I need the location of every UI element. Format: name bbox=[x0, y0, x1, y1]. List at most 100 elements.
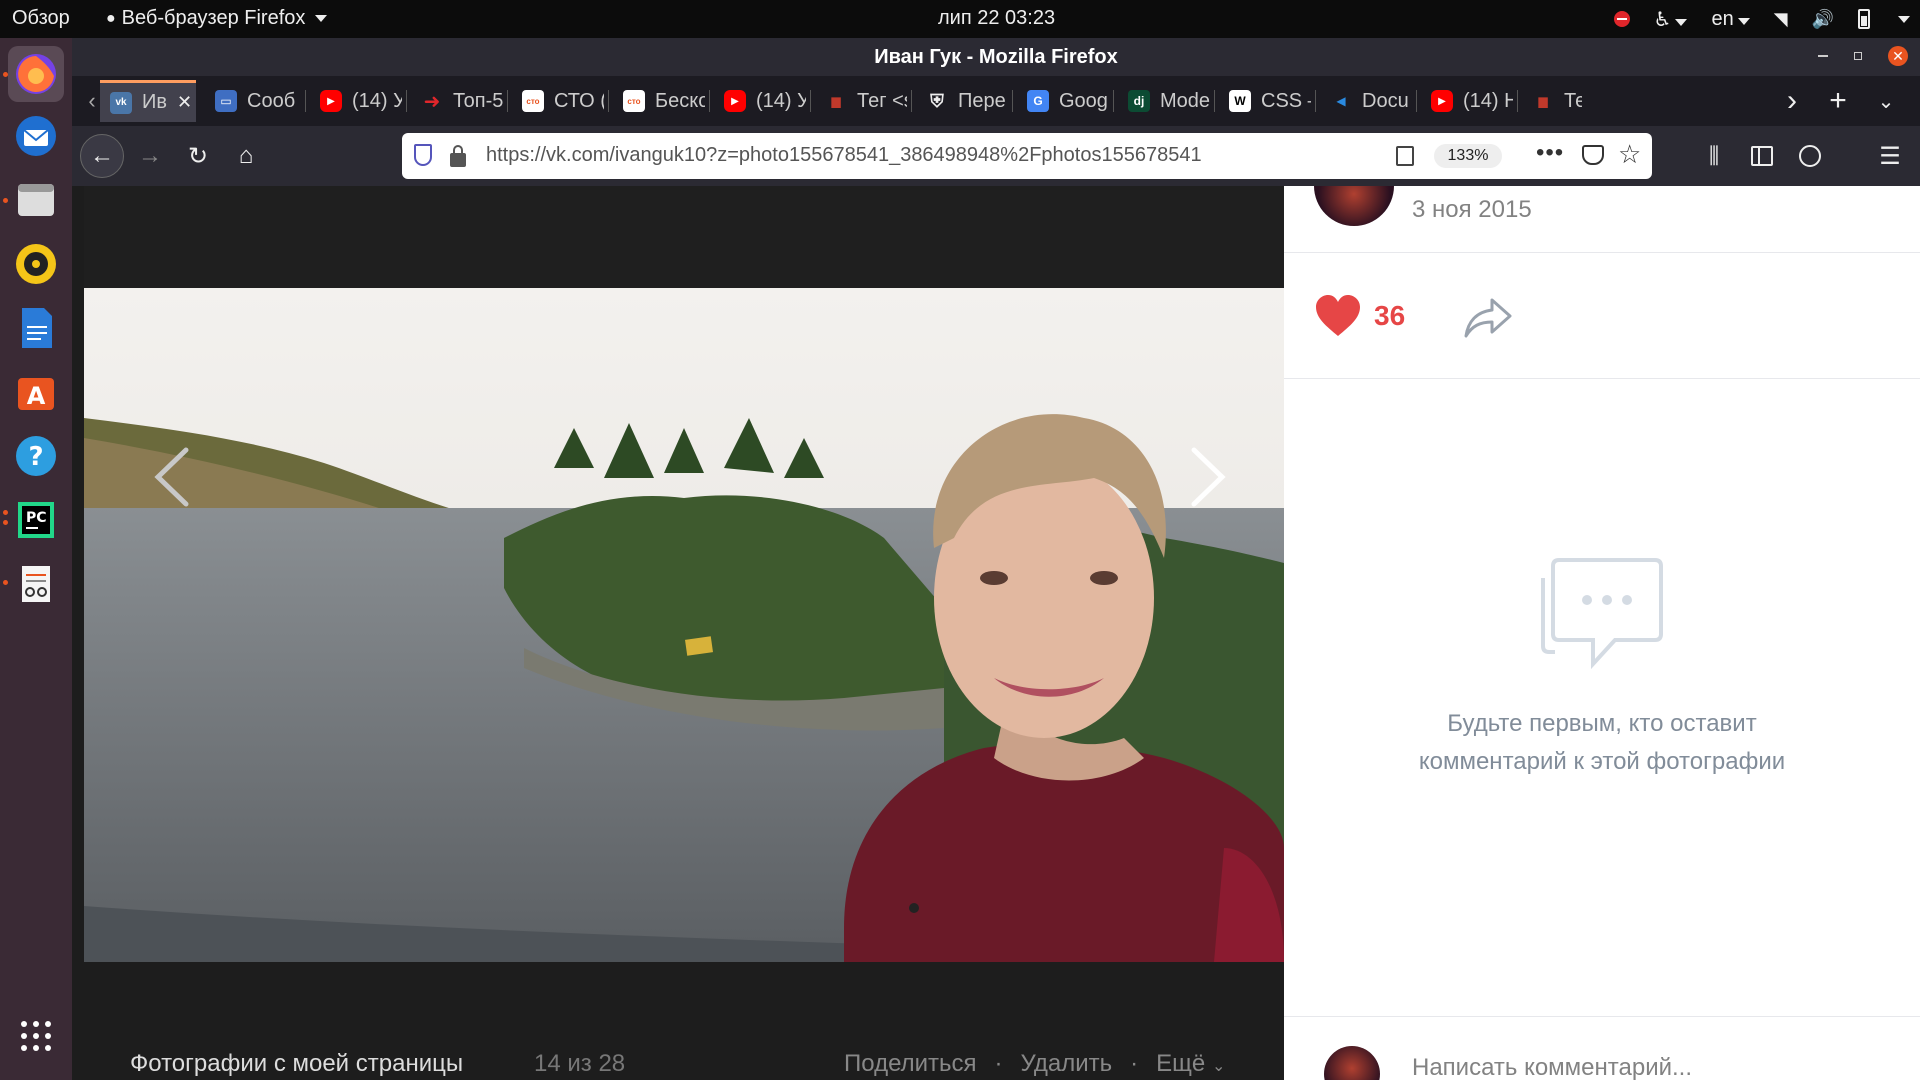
html-icon: ▆ bbox=[831, 94, 841, 108]
tab-separator bbox=[709, 90, 710, 112]
rhythmbox-icon[interactable] bbox=[8, 236, 64, 292]
maximize-icon[interactable] bbox=[1854, 52, 1862, 60]
photo-date[interactable]: 3 ноя 2015 bbox=[1412, 196, 1532, 224]
tab-0[interactable]: vk Ив ✕ bbox=[100, 80, 196, 122]
account-icon[interactable] bbox=[1790, 136, 1830, 176]
reload-button[interactable]: ↻ bbox=[178, 136, 218, 176]
tab-13[interactable]: ▶ (14) Н bbox=[1421, 80, 1513, 122]
previous-photo-arrow-icon[interactable] bbox=[142, 442, 202, 512]
tab-10[interactable]: dj Mode bbox=[1118, 80, 1210, 122]
likes-count: 36 bbox=[1374, 300, 1406, 331]
tab-6[interactable]: ▶ (14) У bbox=[714, 80, 806, 122]
svg-text:A: A bbox=[27, 382, 46, 410]
url-text[interactable]: https://vk.com/ivanguk10?z=photo15567854… bbox=[486, 144, 1202, 167]
lock-shackle bbox=[453, 145, 463, 155]
photo-counter: 14 из 28 bbox=[534, 1050, 626, 1077]
pocket-icon[interactable] bbox=[1582, 145, 1604, 165]
close-tab-icon[interactable]: ✕ bbox=[177, 92, 192, 113]
apps-grid-icon[interactable] bbox=[8, 1008, 64, 1064]
photo[interactable] bbox=[84, 288, 1284, 962]
language-indicator[interactable]: en bbox=[1711, 8, 1750, 31]
wifi-icon[interactable]: ◥ bbox=[1774, 9, 1788, 30]
dock: A ? PC bbox=[0, 38, 72, 1080]
battery-icon[interactable] bbox=[1858, 9, 1870, 29]
tab-label: Ив bbox=[142, 91, 167, 113]
divider bbox=[1284, 378, 1920, 379]
url-bar[interactable]: https://vk.com/ivanguk10?z=photo15567854… bbox=[402, 133, 1652, 179]
chat-icon: ▭ bbox=[215, 90, 237, 112]
tab-label: Тег bbox=[1564, 89, 1582, 112]
back-button[interactable]: ← bbox=[80, 134, 124, 178]
tab-4[interactable]: сто СТО ( bbox=[512, 80, 604, 122]
delete-link[interactable]: Удалить bbox=[1021, 1050, 1113, 1078]
notes-icon[interactable] bbox=[8, 556, 64, 612]
album-link[interactable]: Фотографии с моей страницы bbox=[130, 1050, 463, 1078]
home-button[interactable]: ⌂ bbox=[226, 136, 266, 176]
tab-5[interactable]: сто Беско bbox=[613, 80, 705, 122]
zoom-indicator[interactable]: 133% bbox=[1434, 144, 1502, 168]
help-icon[interactable]: ? bbox=[8, 428, 64, 484]
bookmark-star-icon[interactable]: ☆ bbox=[1618, 139, 1641, 170]
tab-separator bbox=[1517, 90, 1518, 112]
tab-label: Googl bbox=[1059, 89, 1109, 112]
clock[interactable]: лип 22 03:23 bbox=[938, 7, 1055, 30]
window-titlebar[interactable]: Иван Гук - Mozilla Firefox ✕ bbox=[72, 38, 1920, 76]
more-link[interactable]: Ещё ⌄ bbox=[1156, 1050, 1225, 1078]
arrow-icon: ➜ bbox=[423, 90, 441, 113]
tab-scroll-right-icon[interactable]: › bbox=[1772, 81, 1812, 121]
tab-1[interactable]: ▭ Сооб bbox=[205, 80, 301, 122]
tab-3[interactable]: ➜ Топ-5 bbox=[411, 80, 503, 122]
page-content: Фотографии с моей страницы 14 из 28 Поде… bbox=[72, 186, 1920, 1080]
app-menu-label: Веб-браузер Firefox bbox=[121, 7, 306, 29]
wikipedia-icon: W bbox=[1229, 90, 1251, 112]
share-icon[interactable] bbox=[1462, 296, 1514, 340]
page-actions-icon[interactable]: ••• bbox=[1536, 139, 1564, 167]
comment-input[interactable]: Написать комментарий... bbox=[1412, 1054, 1692, 1080]
new-tab-icon[interactable]: + bbox=[1818, 81, 1858, 121]
firefox-icon[interactable] bbox=[8, 46, 64, 102]
tab-separator bbox=[305, 90, 306, 112]
avatar[interactable] bbox=[1314, 186, 1394, 226]
tab-8[interactable]: ⛨ Пере bbox=[916, 80, 1008, 122]
tab-9[interactable]: G Googl bbox=[1017, 80, 1109, 122]
activities-button[interactable]: Обзор bbox=[12, 7, 70, 30]
photo-sidebar: 3 ноя 2015 36 Будьте первым, кто оставит… bbox=[1284, 186, 1920, 1080]
tab-label: Сооб bbox=[247, 89, 296, 112]
tab-14[interactable]: ▆ Тег bbox=[1522, 80, 1582, 122]
photo-actions: Поделиться · Удалить · Ещё ⌄ bbox=[844, 1050, 1225, 1078]
app-menu[interactable]: ● Веб-браузер Firefox bbox=[106, 7, 328, 30]
tab-label: Тег <s bbox=[857, 89, 907, 112]
share-link[interactable]: Поделиться bbox=[844, 1050, 977, 1078]
files-icon[interactable] bbox=[8, 172, 64, 228]
thunderbird-icon[interactable] bbox=[8, 108, 64, 164]
minimize-icon[interactable] bbox=[1818, 55, 1828, 57]
lock-icon[interactable] bbox=[450, 153, 466, 167]
divider bbox=[1284, 252, 1920, 253]
tab-separator bbox=[608, 90, 609, 112]
software-icon[interactable]: A bbox=[8, 364, 64, 420]
tab-7[interactable]: ▆ Тег <s bbox=[815, 80, 907, 122]
accessibility-icon[interactable]: ♿ bbox=[1654, 7, 1688, 32]
tab-label: (14) Н bbox=[1463, 89, 1513, 112]
do-not-disturb-icon[interactable] bbox=[1613, 11, 1630, 27]
reader-view-icon[interactable] bbox=[1396, 146, 1414, 166]
system-tray[interactable]: ♿ en ◥ 🔊 bbox=[1613, 4, 1910, 34]
sidebar-toggle-icon[interactable] bbox=[1742, 136, 1782, 176]
volume-icon[interactable]: 🔊 bbox=[1812, 9, 1834, 30]
tab-2[interactable]: ▶ (14) У bbox=[310, 80, 402, 122]
tab-11[interactable]: W CSS – bbox=[1219, 80, 1311, 122]
close-window-icon[interactable]: ✕ bbox=[1888, 46, 1908, 66]
chevron-down-icon: ⌄ bbox=[1211, 1058, 1226, 1075]
tab-label: Топ-5 bbox=[453, 89, 503, 112]
next-photo-arrow-icon[interactable] bbox=[1178, 442, 1238, 512]
like-button[interactable]: 36 bbox=[1314, 294, 1405, 338]
tab-12[interactable]: ◀ Docu bbox=[1320, 80, 1412, 122]
library-icon[interactable]: ⫼ bbox=[1694, 136, 1734, 176]
forward-button[interactable]: → bbox=[130, 136, 170, 176]
system-menu-chevron-icon[interactable] bbox=[1898, 15, 1910, 23]
tracking-protection-icon[interactable] bbox=[414, 144, 432, 166]
hamburger-menu-icon[interactable]: ☰ bbox=[1870, 136, 1910, 176]
pycharm-icon[interactable]: PC bbox=[8, 492, 64, 548]
list-all-tabs-icon[interactable]: ⌄ bbox=[1866, 81, 1906, 121]
writer-icon[interactable] bbox=[8, 300, 64, 356]
